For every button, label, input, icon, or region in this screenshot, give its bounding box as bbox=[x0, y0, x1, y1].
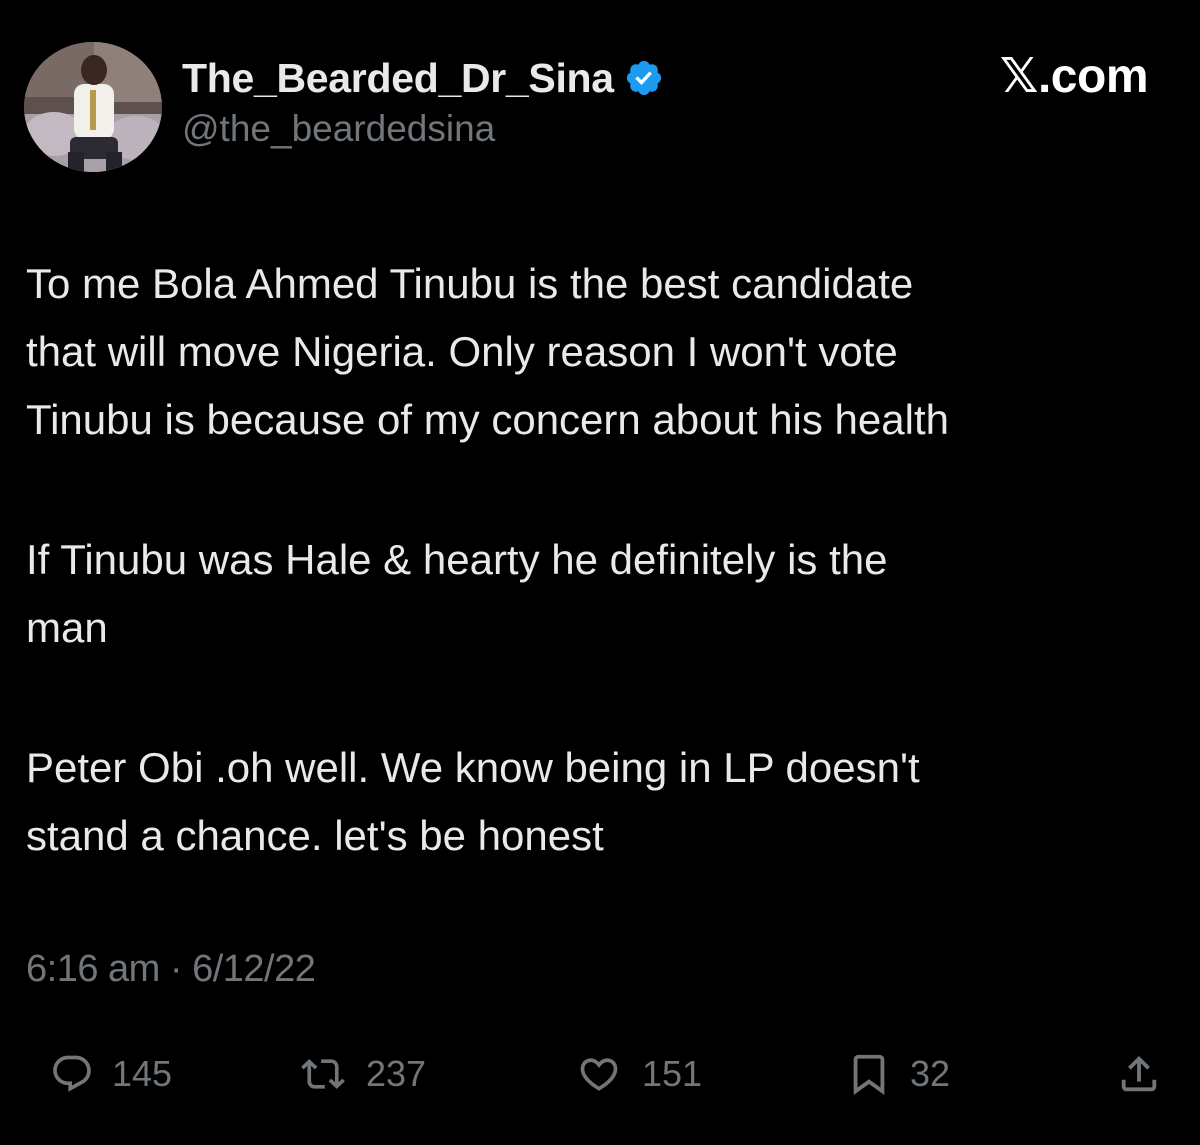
reply-count: 145 bbox=[112, 1053, 173, 1094]
brand-label: 𝕏.com bbox=[999, 50, 1149, 103]
verified-badge-icon bbox=[624, 58, 664, 98]
bookmark-count: 32 bbox=[910, 1053, 951, 1094]
bookmark-button[interactable]: 32 bbox=[846, 1044, 950, 1104]
tweet-time: 6:16 am bbox=[26, 948, 160, 990]
author-name-row: The_Bearded_Dr_Sina bbox=[182, 50, 664, 106]
avatar[interactable] bbox=[24, 42, 162, 172]
tweet-paragraph: If Tinubu was Hale & hearty he definitel… bbox=[26, 536, 888, 651]
avatar-photo bbox=[24, 42, 162, 172]
display-name[interactable]: The_Bearded_Dr_Sina bbox=[182, 55, 614, 102]
repost-count: 237 bbox=[366, 1053, 427, 1094]
heart-icon bbox=[574, 1052, 624, 1096]
share-button[interactable] bbox=[1116, 1044, 1162, 1104]
action-bar: 145 237 151 32 bbox=[0, 1044, 1200, 1104]
timestamp-separator: · bbox=[169, 948, 183, 990]
reply-button[interactable]: 145 bbox=[50, 1044, 172, 1104]
like-button[interactable]: 151 bbox=[574, 1044, 702, 1104]
like-count: 151 bbox=[642, 1053, 703, 1094]
reply-icon bbox=[50, 1052, 94, 1096]
tweet-paragraph: To me Bola Ahmed Tinubu is the best cand… bbox=[26, 260, 949, 443]
tweet-date: 6/12/22 bbox=[192, 948, 316, 990]
repost-icon bbox=[298, 1052, 348, 1096]
tweet-timestamp[interactable]: 6:16 am · 6/12/22 bbox=[26, 948, 316, 991]
bookmark-icon bbox=[846, 1051, 892, 1097]
tweet-text: To me Bola Ahmed Tinubu is the best cand… bbox=[26, 250, 1186, 942]
tweet-paragraph: Peter Obi .oh well. We know being in LP … bbox=[26, 744, 920, 859]
share-icon bbox=[1116, 1051, 1162, 1097]
author-handle[interactable]: @the_beardedsina bbox=[182, 108, 495, 150]
repost-button[interactable]: 237 bbox=[298, 1044, 426, 1104]
